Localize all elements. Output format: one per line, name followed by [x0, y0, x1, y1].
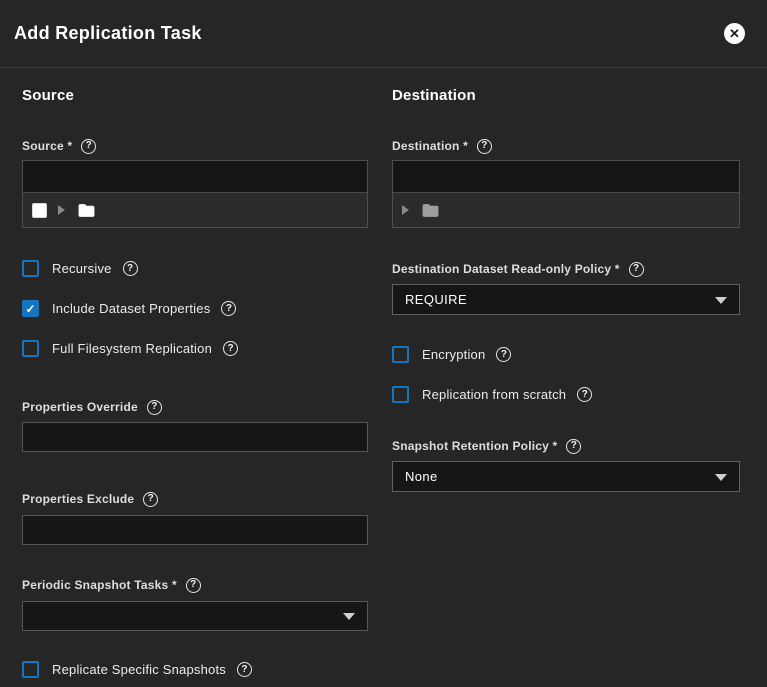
source-field-label: Source * ?	[22, 139, 368, 153]
destination-dataset-picker	[392, 160, 740, 228]
readonly-policy-label: Destination Dataset Read-only Policy * ?	[392, 262, 740, 276]
encryption-row: Encryption ?	[392, 346, 740, 363]
replication-from-scratch-label: Replication from scratch	[422, 387, 566, 402]
replication-from-scratch-checkbox[interactable]	[392, 386, 409, 403]
help-icon[interactable]: ?	[81, 139, 96, 154]
source-column: Source Source * ? Recursive ?	[22, 87, 368, 687]
add-replication-task-dialog: Add Replication Task ✕ Source Source * ?	[0, 0, 767, 687]
tree-checkbox[interactable]	[32, 203, 47, 218]
dialog-header: Add Replication Task ✕	[0, 0, 767, 68]
help-icon[interactable]: ?	[221, 301, 236, 316]
periodic-snapshot-tasks-select[interactable]	[22, 601, 368, 631]
chevron-down-icon	[343, 613, 355, 620]
replicate-specific-snapshots-checkbox[interactable]	[22, 661, 39, 678]
destination-field-label: Destination * ?	[392, 139, 740, 153]
recursive-checkbox[interactable]	[22, 260, 39, 277]
dialog-body: Source Source * ? Recursive ?	[0, 68, 767, 687]
readonly-policy-select[interactable]: REQUIRE	[392, 284, 740, 315]
help-icon[interactable]: ?	[477, 139, 492, 154]
expand-arrow-icon[interactable]	[58, 205, 65, 215]
destination-input[interactable]	[393, 161, 739, 193]
snapshot-retention-policy-value: None	[405, 469, 438, 484]
recursive-row: Recursive ?	[22, 260, 368, 277]
readonly-policy-value: REQUIRE	[405, 292, 467, 307]
chevron-down-icon	[715, 297, 727, 304]
folder-icon	[420, 201, 441, 220]
help-icon[interactable]: ?	[496, 347, 511, 362]
help-icon[interactable]: ?	[123, 261, 138, 276]
help-icon[interactable]: ?	[143, 492, 158, 507]
source-input[interactable]	[23, 161, 367, 193]
encryption-label: Encryption	[422, 347, 485, 362]
help-icon[interactable]: ?	[237, 662, 252, 677]
source-tree-row[interactable]	[23, 193, 367, 227]
destination-section-title: Destination	[392, 87, 740, 105]
snapshot-retention-policy-select[interactable]: None	[392, 461, 740, 492]
help-icon[interactable]: ?	[629, 262, 644, 277]
destination-tree-row[interactable]	[393, 193, 739, 227]
replication-from-scratch-row: Replication from scratch ?	[392, 386, 740, 403]
source-dataset-picker	[22, 160, 368, 228]
full-filesystem-replication-checkbox[interactable]	[22, 340, 39, 357]
help-icon[interactable]: ?	[147, 400, 162, 415]
replicate-specific-snapshots-label: Replicate Specific Snapshots	[52, 662, 226, 677]
help-icon[interactable]: ?	[223, 341, 238, 356]
close-icon[interactable]: ✕	[724, 23, 745, 44]
destination-column: Destination Destination * ? Destination …	[392, 87, 740, 687]
properties-exclude-label: Properties Exclude ?	[22, 492, 368, 506]
full-filesystem-replication-label: Full Filesystem Replication	[52, 341, 212, 356]
properties-override-label: Properties Override ?	[22, 400, 368, 414]
include-dataset-properties-label: Include Dataset Properties	[52, 301, 210, 316]
expand-arrow-icon[interactable]	[402, 205, 409, 215]
full-filesystem-replication-row: Full Filesystem Replication ?	[22, 340, 368, 357]
properties-exclude-input[interactable]	[22, 515, 368, 545]
dialog-title: Add Replication Task	[14, 23, 724, 44]
help-icon[interactable]: ?	[566, 439, 581, 454]
snapshot-retention-policy-label: Snapshot Retention Policy * ?	[392, 439, 740, 453]
folder-icon	[76, 201, 97, 220]
properties-override-input[interactable]	[22, 422, 368, 452]
recursive-label: Recursive	[52, 261, 112, 276]
help-icon[interactable]: ?	[186, 578, 201, 593]
source-section-title: Source	[22, 87, 368, 105]
chevron-down-icon	[715, 474, 727, 481]
include-dataset-properties-checkbox[interactable]	[22, 300, 39, 317]
help-icon[interactable]: ?	[577, 387, 592, 402]
encryption-checkbox[interactable]	[392, 346, 409, 363]
replicate-specific-snapshots-row: Replicate Specific Snapshots ?	[22, 661, 368, 678]
periodic-snapshot-tasks-label: Periodic Snapshot Tasks * ?	[22, 578, 368, 592]
include-dataset-properties-row: Include Dataset Properties ?	[22, 300, 368, 317]
